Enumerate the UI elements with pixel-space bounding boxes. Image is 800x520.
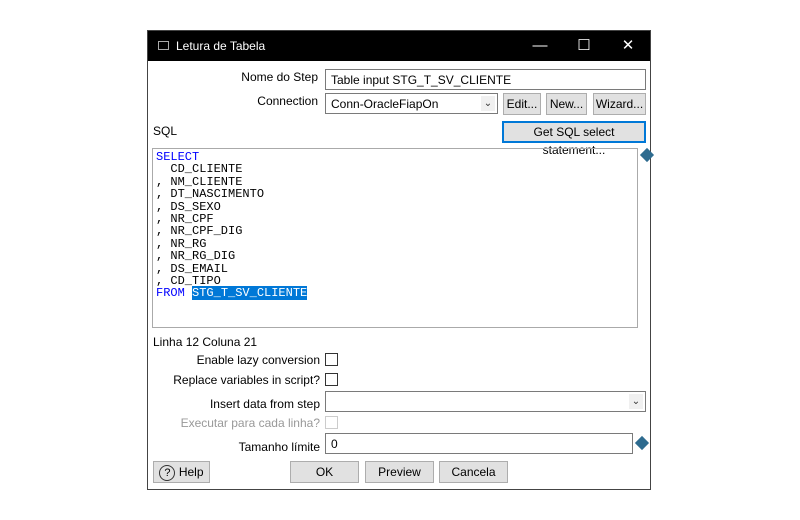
edit-connection-button[interactable]: Edit... [503,93,541,115]
new-connection-button[interactable]: New... [546,93,587,115]
execute-each-row-checkbox[interactable] [325,416,338,429]
sql-line: CD_CLIENTE [156,162,243,177]
variable-icon [634,435,650,451]
ok-button[interactable]: OK [290,461,359,483]
close-button[interactable]: ✕ [606,35,650,57]
lazy-conversion-checkbox[interactable] [325,353,338,366]
sql-line: , DT_NASCIMENTO [156,187,265,202]
sql-selected-table: STG_T_SV_CLIENTE [192,286,308,301]
preview-button[interactable]: Preview [365,461,434,483]
insert-data-label: Insert data from step [209,397,320,411]
maximize-button[interactable]: ☐ [562,35,606,57]
help-icon: ? [159,464,176,481]
cancel-button[interactable]: Cancela [439,461,508,483]
limit-label: Tamanho límite [238,440,320,454]
chevron-down-icon: ⌄ [481,96,495,111]
wizard-button[interactable]: Wizard... [593,93,646,115]
connection-value: Conn-OracleFiapOn [331,97,439,111]
sql-line: , DS_SEXO [156,199,221,214]
cursor-position: Linha 12 Coluna 21 [153,335,258,349]
sql-from-keyword: FROM [156,286,193,301]
get-sql-button[interactable]: Get SQL select statement... [502,121,646,157]
insert-data-select[interactable]: ⌄ [325,391,646,412]
sql-line: , NR_RG_DIG [156,249,236,264]
help-button[interactable]: ? Help [153,461,210,483]
connection-label: Connection [257,94,318,108]
chevron-down-icon: ⌄ [629,394,643,409]
limit-input[interactable]: 0 [325,433,633,454]
variable-icon [639,147,655,163]
sql-label: SQL [153,124,178,138]
connection-select[interactable]: Conn-OracleFiapOn ⌄ [325,93,498,114]
step-name-input[interactable]: Table input STG_T_SV_CLIENTE [325,69,646,90]
table-input-dialog: Letura de Tabela — ☐ ✕ Nome do Step Tabl… [147,30,655,490]
step-name-label: Nome do Step [241,70,318,84]
replace-variables-label: Replace variables in script? [173,373,320,387]
title-bar: Letura de Tabela — ☐ ✕ [148,31,650,61]
replace-variables-checkbox[interactable] [325,373,338,386]
lazy-conversion-label: Enable lazy conversion [196,353,320,367]
help-label: Help [178,465,204,479]
window-icon [158,41,169,50]
sql-line: , NR_CPF_DIG [156,224,243,239]
window-title: Letura de Tabela [176,39,266,53]
execute-each-row-label: Executar para cada linha? [180,416,320,430]
minimize-button[interactable]: — [518,35,562,57]
sql-line: , DS_EMAIL [156,261,229,276]
sql-line: FROM STG_T_SV_CLIENTE [156,286,637,301]
sql-editor[interactable]: SELECT CD_CLIENTE, NM_CLIENTE, DT_NASCIM… [152,148,638,328]
